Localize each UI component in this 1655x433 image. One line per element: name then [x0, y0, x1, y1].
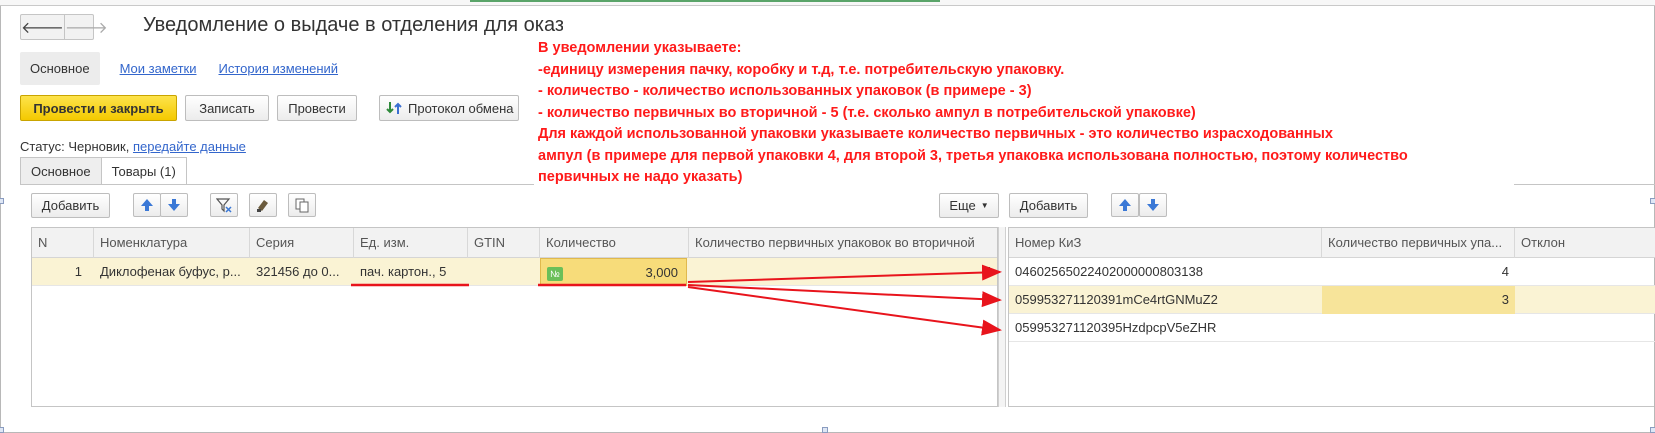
forward-button[interactable]: 🡒 [63, 15, 108, 39]
back-button[interactable]: 🡐 [21, 15, 64, 39]
annotation-note: В уведомлении указываете: -единицу измер… [534, 36, 1514, 191]
row-number: 1 [74, 264, 82, 279]
quantity-input-icon: № [547, 266, 563, 281]
exchange-log-label: Протокол обмена [408, 100, 514, 116]
annotation-line: - количество - количество использованных… [538, 83, 1032, 99]
code-move-down-button[interactable] [1139, 193, 1167, 217]
primary-count-cell[interactable]: 3 [1322, 286, 1515, 314]
chevron-down-icon: ▼ [980, 201, 989, 210]
table-row[interactable]: 059953271120395HzdpcpV5eZHR [1009, 314, 1655, 342]
table-row[interactable]: 059953271120391mCe4rtGNMuZ2 3 [1009, 286, 1655, 314]
add-code-button[interactable]: Добавить [1009, 193, 1088, 218]
post-and-close-button[interactable]: Провести и закрыть [20, 95, 177, 121]
exchange-icon [386, 102, 402, 114]
inner-tab-goods[interactable]: Товары (1) [100, 157, 187, 185]
column-header-primary-per-secondary[interactable]: Количество первичных упаковок во вторичн… [689, 228, 997, 258]
form-tab-main[interactable]: Основное [20, 51, 100, 85]
arrow-left-icon: 🡐 [21, 19, 64, 37]
inner-tab-main[interactable]: Основное [20, 157, 102, 185]
gtin-cell[interactable] [468, 258, 540, 286]
status-label: Статус: [20, 139, 65, 154]
filter-button[interactable] [210, 193, 238, 217]
more-label: Еще [949, 198, 976, 213]
nomenclature-cell[interactable]: Диклофенак буфус, р... [94, 258, 250, 286]
exchange-log-button[interactable]: Протокол обмена [379, 95, 519, 121]
scan-button[interactable] [249, 193, 277, 217]
add-row-button[interactable]: Добавить [31, 193, 110, 218]
unit-cell[interactable]: пач. картон., 5 [354, 258, 468, 286]
active-window-indicator [470, 0, 940, 2]
column-header-series[interactable]: Серия [250, 228, 354, 258]
column-header-deviation[interactable]: Отклон [1515, 228, 1655, 258]
goods-table-header: N Номенклатура Серия Ед. изм. GTIN Колич… [32, 228, 997, 258]
table-row[interactable]: 04602565022402000000803138 4 [1009, 258, 1655, 286]
page-title: Уведомление о выдаче в отделения для ока… [143, 14, 563, 36]
column-header-quantity[interactable]: Количество [540, 228, 689, 258]
codes-table-header: Номер КиЗ Количество первичных упа... От… [1009, 228, 1655, 258]
primary-per-secondary-cell[interactable]: 5 [689, 258, 997, 286]
copy-icon [295, 198, 309, 213]
copy-button[interactable] [288, 193, 316, 217]
code-cell[interactable]: 04602565022402000000803138 [1009, 258, 1322, 286]
annotation-line: - количество первичных во вторичной - 5 … [538, 104, 1196, 121]
quantity-value: 3,000 [645, 265, 678, 280]
column-header-code[interactable]: Номер КиЗ [1009, 228, 1322, 258]
post-button[interactable]: Провести [277, 95, 357, 121]
column-header-unit[interactable]: Ед. изм. [354, 228, 468, 258]
annotation-line: В уведомлении указываете: [538, 40, 742, 56]
barcode-scanner-icon [257, 200, 268, 212]
column-header-gtin[interactable]: GTIN [468, 228, 540, 258]
arrow-right-icon: 🡒 [64, 19, 108, 37]
more-menu-button[interactable]: Еще ▼ [939, 193, 999, 218]
move-down-button[interactable] [160, 193, 188, 217]
arrow-up-icon [141, 199, 153, 211]
series-cell[interactable]: 321456 до 0... [250, 258, 354, 286]
form-tab-notes[interactable]: Мои заметки [112, 61, 205, 76]
document-status: Статус: Черновик, передайте данные [20, 139, 246, 154]
resize-handle-bottom[interactable] [822, 427, 828, 433]
arrow-down-icon [168, 199, 180, 211]
move-up-button[interactable] [133, 193, 161, 217]
save-button[interactable]: Записать [185, 95, 269, 121]
quantity-cell[interactable]: № 3,000 [540, 258, 687, 286]
status-value: Черновик, [68, 139, 130, 154]
goods-table: N Номенклатура Серия Ед. изм. GTIN Колич… [31, 227, 998, 407]
resize-handle-bottom-right[interactable] [1650, 427, 1655, 433]
codes-table: Номер КиЗ Количество первичных упа... От… [1008, 227, 1655, 407]
resize-handle-right[interactable] [1650, 198, 1655, 204]
arrow-up-icon [1119, 199, 1131, 211]
history-nav: 🡐 🡒 [20, 14, 108, 40]
form-tab-history[interactable]: История изменений [211, 61, 347, 76]
resize-handle-bottom-left[interactable] [0, 427, 4, 433]
annotation-line: ампул (в примере для первой упаковки 4, … [538, 147, 1408, 164]
code-move-up-button[interactable] [1111, 193, 1139, 217]
panel-splitter[interactable] [998, 227, 1006, 407]
table-row[interactable]: 1 Диклофенак буфус, р... 321456 до 0... … [32, 258, 997, 286]
annotation-line: -единицу измерения пачку, коробку и т.д,… [538, 61, 1065, 78]
resize-handle-left[interactable] [0, 198, 4, 204]
primary-count-cell[interactable]: 4 [1322, 258, 1515, 286]
primary-count-cell[interactable] [1322, 314, 1515, 342]
annotation-line: первичных не надо указать) [538, 169, 743, 185]
arrow-down-icon [1147, 199, 1159, 211]
code-cell[interactable]: 059953271120391mCe4rtGNMuZ2 [1009, 286, 1322, 314]
column-header-n[interactable]: N [32, 228, 94, 258]
form-tabs: Основное Мои заметки История изменений [20, 51, 347, 85]
code-cell[interactable]: 059953271120395HzdpcpV5eZHR [1009, 314, 1322, 342]
send-data-link[interactable]: передайте данные [133, 139, 246, 154]
column-header-nomenclature[interactable]: Номенклатура [94, 228, 250, 258]
inner-tabs: Основное Товары (1) [20, 157, 187, 185]
column-header-primary-count[interactable]: Количество первичных упа... [1322, 228, 1515, 258]
annotation-line: Для каждой использованной упаковки указы… [538, 126, 1333, 142]
filter-icon [216, 198, 232, 213]
